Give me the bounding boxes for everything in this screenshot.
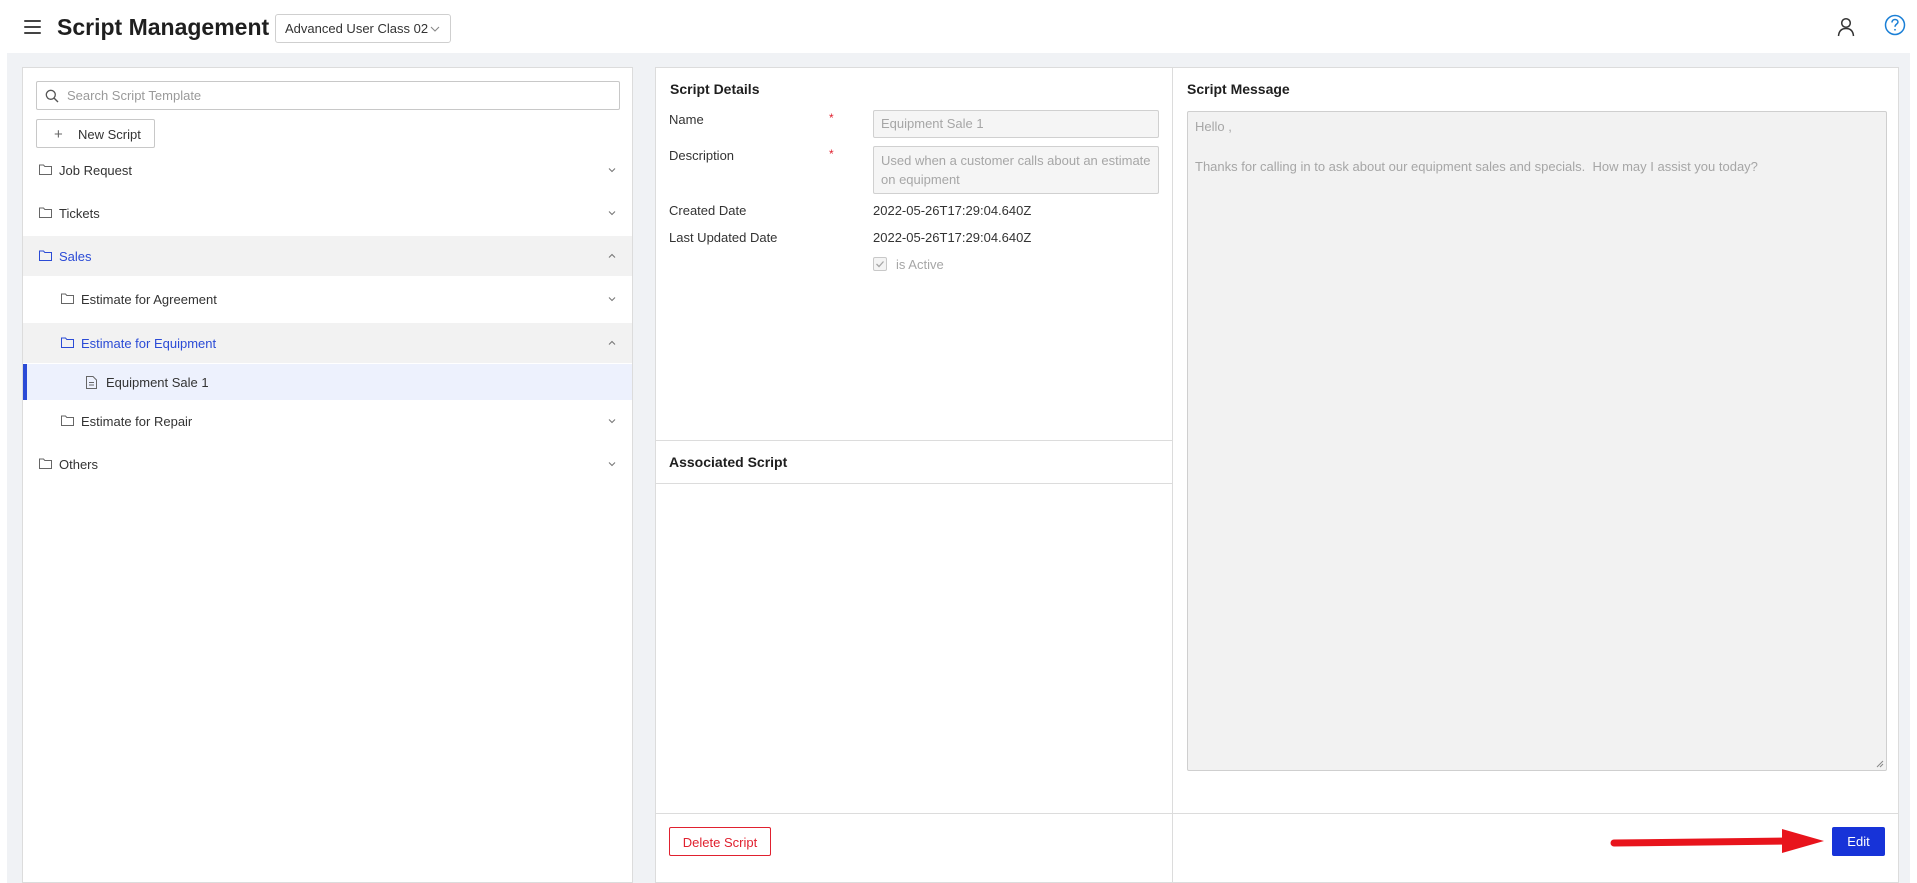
help-icon[interactable]	[1884, 14, 1906, 36]
is-active-checkbox[interactable]	[873, 257, 887, 271]
divider	[656, 483, 1173, 484]
script-details-title: Script Details	[670, 81, 760, 97]
tree-folder-tickets[interactable]: Tickets	[23, 193, 632, 233]
tree-folder-estimate-equipment[interactable]: Estimate for Equipment	[23, 323, 632, 363]
folder-icon	[39, 207, 52, 218]
folder-icon	[61, 293, 74, 304]
tree-folder-sales[interactable]: Sales	[23, 236, 632, 276]
message-line: Hello ,	[1195, 119, 1232, 134]
name-label: Name	[669, 112, 704, 127]
tree-label: Equipment Sale 1	[106, 375, 209, 390]
new-script-button[interactable]: + New Script	[36, 119, 155, 148]
hamburger-menu-icon[interactable]	[24, 20, 41, 34]
associated-script-title: Associated Script	[669, 454, 788, 470]
created-date-value: 2022-05-26T17:29:04.640Z	[873, 203, 1032, 218]
required-mark: *	[829, 111, 834, 125]
tree-label: Job Request	[59, 163, 132, 178]
last-updated-label: Last Updated Date	[669, 230, 778, 245]
name-field[interactable]: Equipment Sale 1	[873, 110, 1159, 138]
plus-icon: +	[54, 126, 63, 143]
tree-script-equipment-sale-1[interactable]: Equipment Sale 1	[23, 364, 632, 400]
tree-label: Tickets	[59, 206, 100, 221]
tree-label: Sales	[59, 249, 92, 264]
tree-label: Estimate for Equipment	[81, 336, 217, 351]
chevron-down-icon[interactable]	[608, 295, 616, 303]
folder-icon	[39, 164, 52, 175]
chevron-down-icon[interactable]	[608, 417, 616, 425]
org-select-dropdown[interactable]: Advanced User Class 02	[275, 14, 451, 43]
description-field[interactable]: Used when a customer calls about an esti…	[873, 146, 1159, 194]
script-message-panel: Script Message Hello , Thanks for callin…	[1172, 67, 1899, 883]
chevron-up-icon[interactable]	[608, 339, 616, 347]
folder-icon	[39, 250, 52, 261]
check-icon	[876, 261, 884, 268]
search-field[interactable]	[36, 81, 620, 110]
tree-label: Others	[59, 457, 99, 472]
chevron-down-icon[interactable]	[608, 460, 616, 468]
script-message-title: Script Message	[1187, 81, 1290, 97]
folder-icon	[61, 415, 74, 426]
required-mark: *	[829, 147, 834, 161]
tree-label: Estimate for Agreement	[81, 292, 217, 307]
created-date-label: Created Date	[669, 203, 747, 218]
delete-script-button[interactable]: Delete Script	[669, 827, 771, 856]
tree-folder-job-request[interactable]: Job Request	[23, 150, 632, 190]
is-active-label: is Active	[896, 257, 944, 272]
tree-folder-others[interactable]: Others	[23, 444, 632, 484]
divider	[656, 440, 1173, 441]
tree-label: Estimate for Repair	[81, 414, 193, 429]
chevron-down-icon[interactable]	[608, 209, 616, 217]
script-tree-panel: + New Script Job Request Tickets Sales E…	[22, 67, 633, 883]
folder-icon	[39, 458, 52, 469]
folder-icon	[61, 337, 74, 348]
resize-handle-icon[interactable]	[1876, 760, 1884, 768]
script-message-textarea[interactable]: Hello , Thanks for calling in to ask abo…	[1187, 111, 1887, 771]
user-icon[interactable]	[1837, 17, 1855, 37]
divider	[655, 813, 1899, 814]
chevron-up-icon[interactable]	[608, 252, 616, 260]
page-title: Script Management	[57, 14, 270, 40]
search-icon	[45, 89, 59, 103]
script-details-panel: Script Details Name * Equipment Sale 1 D…	[655, 67, 1173, 883]
last-updated-value: 2022-05-26T17:29:04.640Z	[873, 230, 1032, 245]
tree-folder-estimate-agreement[interactable]: Estimate for Agreement	[23, 279, 632, 319]
new-script-label: New Script	[78, 127, 141, 142]
app-header: Script Management Advanced User Class 02	[0, 0, 1917, 53]
selection-indicator	[23, 364, 27, 400]
message-line: Thanks for calling in to ask about our e…	[1195, 159, 1758, 174]
edit-button[interactable]: Edit	[1832, 827, 1885, 856]
document-icon	[86, 376, 97, 389]
org-select-value: Advanced User Class 02	[285, 21, 429, 36]
annotation-arrow-icon	[1610, 829, 1824, 853]
search-input[interactable]	[65, 84, 605, 107]
tree-folder-estimate-repair[interactable]: Estimate for Repair	[23, 401, 632, 441]
chevron-down-icon	[430, 26, 440, 32]
description-label: Description	[669, 148, 735, 163]
chevron-down-icon[interactable]	[608, 166, 616, 174]
